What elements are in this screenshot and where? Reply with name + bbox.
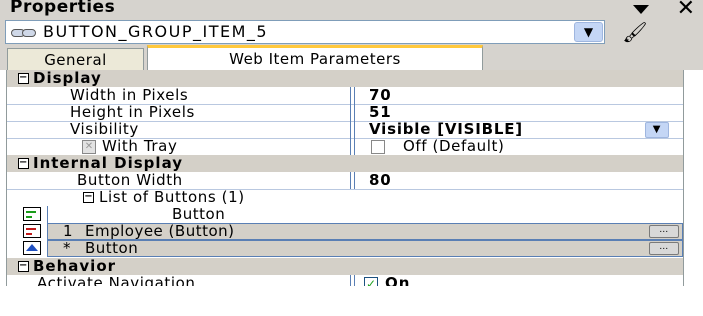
visibility-value: Visible [VISIBLE] bbox=[369, 120, 523, 138]
property-value: Off (Default) bbox=[403, 137, 505, 155]
button-group-icon bbox=[11, 29, 37, 37]
title-controls: ✕ bbox=[632, 0, 695, 20]
list-header-green-icon bbox=[23, 207, 41, 221]
collapse-icon[interactable]: − bbox=[18, 158, 29, 169]
property-value[interactable]: 70 bbox=[359, 87, 677, 104]
object-selector-row: BUTTON_GROUP_ITEM_5 ▼ 🖌 bbox=[0, 18, 703, 46]
dropdown-triangle-icon[interactable] bbox=[632, 4, 649, 14]
list-item[interactable]: * Button … bbox=[7, 240, 683, 257]
property-label: Height in Pixels bbox=[70, 103, 195, 121]
list-of-buttons-header[interactable]: − List of Buttons (1) bbox=[7, 189, 683, 206]
section-display[interactable]: − Display bbox=[7, 70, 683, 87]
property-value[interactable]: 51 bbox=[359, 104, 677, 121]
chevron-down-icon[interactable]: ▼ bbox=[574, 22, 603, 42]
visibility-select[interactable]: Visible [VISIBLE] ▼ bbox=[359, 121, 677, 138]
property-label: Width in Pixels bbox=[70, 86, 189, 104]
collapse-icon[interactable]: − bbox=[83, 192, 94, 203]
list-title: List of Buttons (1) bbox=[99, 188, 245, 206]
list-item-index: 1 bbox=[63, 222, 74, 240]
section-title: Behavior bbox=[33, 257, 117, 275]
property-label: Visibility bbox=[70, 120, 139, 138]
with-tray-checkbox[interactable] bbox=[371, 140, 385, 154]
ellipsis-button[interactable]: … bbox=[649, 225, 679, 238]
close-icon[interactable]: ✕ bbox=[677, 0, 695, 20]
checkbox-disabled-icon: ✕ bbox=[82, 140, 96, 154]
section-title: Display bbox=[33, 69, 102, 87]
property-grid: − Display Width in Pixels 70 Height in P… bbox=[6, 70, 684, 293]
section-title: Internal Display bbox=[33, 154, 184, 172]
delete-row-icon[interactable] bbox=[23, 224, 41, 238]
collapse-icon[interactable]: − bbox=[18, 261, 29, 272]
object-combo-value: BUTTON_GROUP_ITEM_5 bbox=[43, 22, 269, 41]
property-label: Button Width bbox=[77, 171, 183, 189]
tab-general[interactable]: General bbox=[7, 48, 144, 71]
chevron-down-icon[interactable]: ▼ bbox=[645, 122, 669, 138]
new-row-icon[interactable] bbox=[23, 241, 41, 255]
list-item[interactable]: Button bbox=[7, 206, 683, 223]
list-item-index: * bbox=[63, 239, 71, 257]
tab-bar: General Web Item Parameters bbox=[0, 45, 703, 73]
list-item[interactable]: 1 Employee (Button) … bbox=[7, 223, 683, 240]
properties-title-bar: Properties ✕ bbox=[0, 0, 703, 20]
object-combo[interactable]: BUTTON_GROUP_ITEM_5 ▼ bbox=[5, 20, 605, 44]
collapse-icon[interactable]: − bbox=[18, 73, 29, 84]
section-internal-display[interactable]: − Internal Display bbox=[7, 155, 683, 172]
list-item-text: Button bbox=[172, 205, 226, 223]
panel-title: Properties bbox=[10, 0, 116, 17]
list-item-text: Employee (Button) bbox=[85, 222, 235, 240]
ellipsis-button[interactable]: … bbox=[649, 242, 679, 255]
empty-description-area bbox=[0, 286, 703, 316]
property-label: With Tray bbox=[102, 137, 178, 155]
edit-brush-icon[interactable]: 🖌 bbox=[618, 20, 652, 44]
tab-web-item-parameters[interactable]: Web Item Parameters bbox=[147, 45, 483, 73]
list-item-text: Button bbox=[85, 239, 139, 257]
property-value[interactable]: 80 bbox=[359, 172, 677, 189]
section-behavior[interactable]: − Behavior bbox=[7, 258, 683, 275]
